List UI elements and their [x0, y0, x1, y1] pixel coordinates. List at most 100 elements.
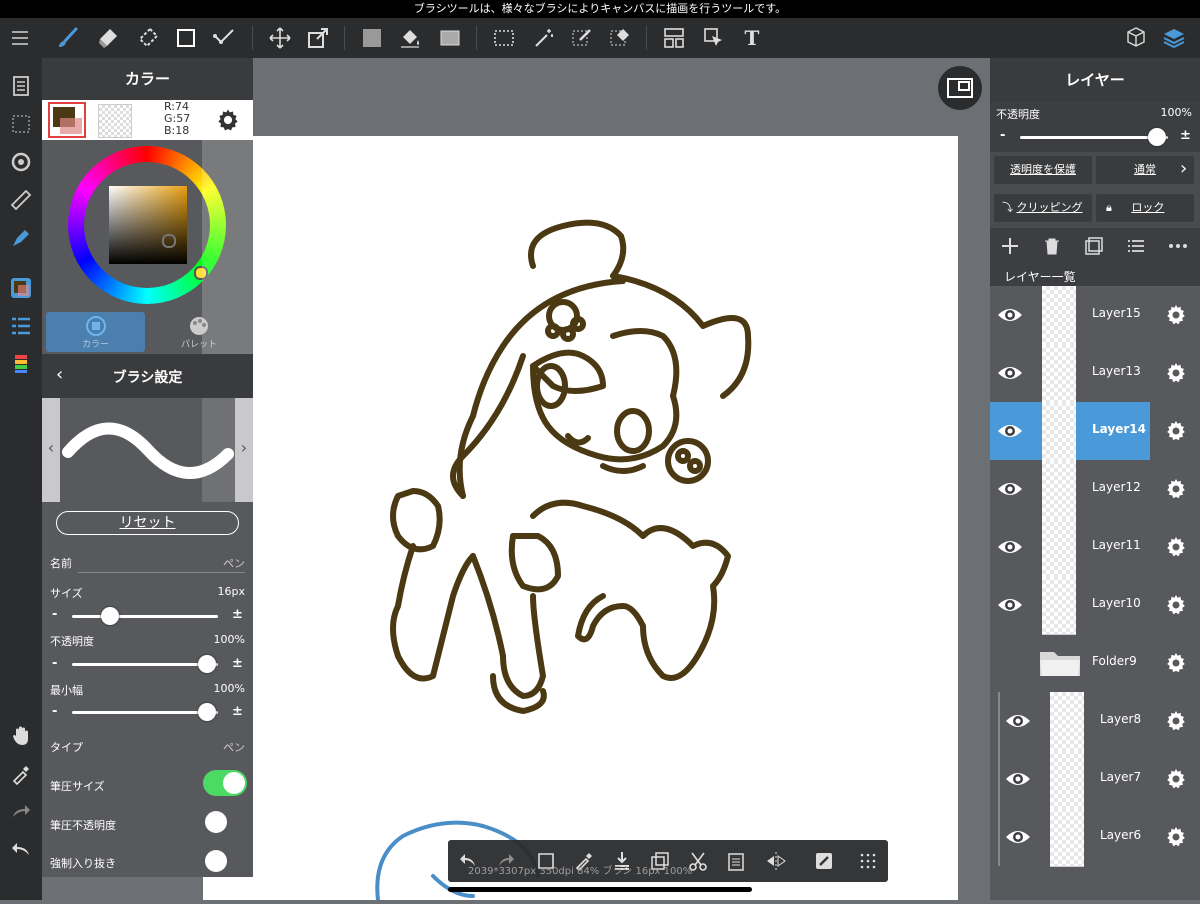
- text-icon[interactable]: T: [736, 22, 768, 54]
- size-plus-button[interactable]: ±: [232, 607, 243, 622]
- move-icon[interactable]: [264, 22, 296, 54]
- lock-button[interactable]: 🔒︎ ロック: [1096, 194, 1194, 222]
- layers-icon[interactable]: [1158, 22, 1190, 54]
- size-slider[interactable]: [72, 607, 218, 625]
- grid-dots-icon[interactable]: [856, 849, 880, 873]
- force-fade-toggle[interactable]: [203, 848, 247, 874]
- document-icon[interactable]: [5, 70, 37, 102]
- protect-alpha-button[interactable]: 透明度を保護: [994, 156, 1092, 184]
- layer-settings-gear-icon[interactable]: [1164, 361, 1188, 385]
- magic-wand-icon[interactable]: [528, 22, 560, 54]
- rotate-canvas-icon[interactable]: [5, 146, 37, 178]
- size-slider-knob[interactable]: [100, 607, 119, 625]
- select-move-icon[interactable]: [698, 22, 730, 54]
- select-eraser-icon[interactable]: [604, 22, 636, 54]
- min-width-slider-knob[interactable]: [198, 703, 216, 721]
- min-width-slider[interactable]: [72, 703, 218, 721]
- main-color-swatch[interactable]: [48, 102, 86, 138]
- layer-list-view-icon[interactable]: [1126, 236, 1146, 260]
- home-indicator[interactable]: [448, 887, 752, 892]
- layer-settings-gear-icon[interactable]: [1164, 825, 1188, 849]
- eye-visibility-icon[interactable]: [996, 535, 1024, 559]
- layer-opacity-knob[interactable]: [1148, 128, 1166, 146]
- layer-list-icon[interactable]: [5, 310, 37, 342]
- opacity-minus-button[interactable]: -: [52, 656, 57, 671]
- layer-opacity-plus[interactable]: ±: [1180, 128, 1191, 143]
- ruler-icon[interactable]: [5, 184, 37, 216]
- bucket-icon[interactable]: [394, 22, 426, 54]
- layer-settings-gear-icon[interactable]: [1164, 419, 1188, 443]
- layer-row[interactable]: Layer14: [990, 402, 1200, 461]
- rectangle-shape-icon[interactable]: [170, 22, 202, 54]
- palette-bars-icon[interactable]: [5, 348, 37, 380]
- eye-visibility-icon[interactable]: [996, 593, 1024, 617]
- hand-icon[interactable]: [5, 720, 37, 752]
- eyedropper-icon[interactable]: [5, 758, 37, 790]
- layer-settings-gear-icon[interactable]: [1164, 477, 1188, 501]
- pen-tool-icon[interactable]: [5, 222, 37, 254]
- menu-icon[interactable]: [4, 22, 36, 54]
- name-value[interactable]: ペン: [223, 555, 245, 571]
- layer-settings-gear-icon[interactable]: [1164, 593, 1188, 617]
- size-minus-button[interactable]: -: [52, 607, 57, 622]
- gradient-icon[interactable]: [434, 22, 466, 54]
- layer-row[interactable]: Layer12: [990, 460, 1200, 519]
- undo-icon[interactable]: [5, 834, 37, 866]
- opacity-plus-button[interactable]: ±: [232, 656, 243, 671]
- tab-palette[interactable]: パレット: [149, 312, 249, 352]
- min-width-plus-button[interactable]: ±: [232, 704, 243, 719]
- reset-button[interactable]: リセット: [56, 511, 239, 535]
- type-value[interactable]: ペン: [223, 739, 245, 755]
- blur-eraser-icon[interactable]: [132, 22, 164, 54]
- flip-horizontal-icon[interactable]: [764, 849, 788, 873]
- pressure-opacity-toggle[interactable]: [203, 809, 247, 835]
- layer-row[interactable]: Layer6: [990, 808, 1200, 867]
- layer-settings-gear-icon[interactable]: [1164, 709, 1188, 733]
- next-brush-arrow[interactable]: ›: [235, 398, 253, 502]
- layer-settings-gear-icon[interactable]: [1164, 767, 1188, 791]
- 3d-model-icon[interactable]: [1120, 22, 1152, 54]
- layer-image-icon[interactable]: [1084, 236, 1104, 260]
- clipping-button[interactable]: ⤵ クリッピング: [994, 194, 1092, 222]
- sub-color-swatch[interactable]: [98, 104, 132, 138]
- eye-visibility-icon[interactable]: [996, 303, 1024, 327]
- line-tool-icon[interactable]: [208, 22, 240, 54]
- eraser-icon[interactable]: [92, 22, 124, 54]
- layer-settings-gear-icon[interactable]: [1164, 303, 1188, 327]
- brush-icon[interactable]: [52, 22, 84, 54]
- add-layer-icon[interactable]: [1000, 236, 1020, 260]
- pressure-size-toggle[interactable]: [203, 770, 247, 796]
- eye-visibility-icon[interactable]: [1004, 767, 1032, 791]
- eye-visibility-icon[interactable]: [996, 361, 1024, 385]
- tab-color[interactable]: カラー: [46, 312, 145, 352]
- fullscreen-toggle-icon[interactable]: [938, 66, 982, 110]
- prev-brush-arrow[interactable]: ‹: [42, 398, 60, 502]
- select-pen-icon[interactable]: [566, 22, 598, 54]
- eye-visibility-icon[interactable]: [996, 419, 1024, 443]
- saturation-value-square[interactable]: [109, 186, 187, 264]
- layer-row[interactable]: Layer10: [990, 576, 1200, 635]
- layer-opacity-slider[interactable]: [1020, 128, 1168, 146]
- eye-visibility-icon[interactable]: [1004, 825, 1032, 849]
- fill-color-icon[interactable]: [356, 22, 388, 54]
- color-settings-gear-icon[interactable]: [214, 106, 242, 134]
- more-options-icon[interactable]: [1168, 236, 1188, 260]
- color-swatch-icon[interactable]: [5, 272, 37, 304]
- selection-icon[interactable]: [5, 108, 37, 140]
- min-width-minus-button[interactable]: -: [52, 704, 57, 719]
- eye-visibility-icon[interactable]: [1004, 709, 1032, 733]
- opacity-slider[interactable]: [72, 655, 218, 673]
- sv-picker-knob[interactable]: [162, 234, 176, 248]
- layer-row[interactable]: Layer13: [990, 344, 1200, 403]
- transform-icon[interactable]: [302, 22, 334, 54]
- layer-row[interactable]: Folder9: [990, 634, 1200, 692]
- layer-row[interactable]: Layer7: [990, 750, 1200, 809]
- edit-icon[interactable]: [812, 849, 836, 873]
- trash-icon[interactable]: [1042, 236, 1062, 260]
- opacity-slider-knob[interactable]: [198, 655, 216, 673]
- redo-icon[interactable]: [5, 796, 37, 828]
- layer-row[interactable]: Layer8: [990, 692, 1200, 751]
- eye-visibility-icon[interactable]: [996, 477, 1024, 501]
- layer-settings-gear-icon[interactable]: [1164, 535, 1188, 559]
- blend-chevron-icon[interactable]: ›: [1180, 158, 1187, 179]
